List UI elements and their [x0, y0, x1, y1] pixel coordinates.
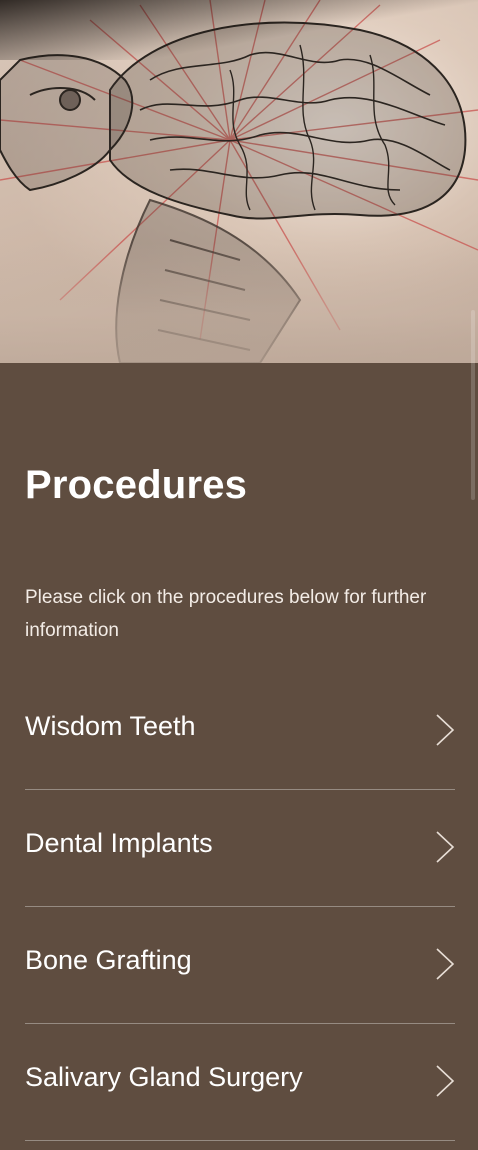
chevron-right-icon	[436, 714, 455, 746]
procedure-label: Bone Grafting	[25, 945, 192, 975]
hero-shadow	[0, 0, 478, 60]
chevron-right-icon	[436, 831, 455, 863]
chevron-right-icon	[436, 948, 455, 980]
scrollbar[interactable]	[471, 310, 475, 500]
procedure-label: Salivary Gland Surgery	[25, 1062, 303, 1092]
procedures-list: Wisdom Teeth Dental Implants Bone Grafti…	[25, 673, 455, 1141]
procedures-page: Procedures Please click on the procedure…	[0, 0, 478, 1150]
procedure-item-salivary-gland-surgery[interactable]: Salivary Gland Surgery	[25, 1024, 455, 1141]
intro-text: Please click on the procedures below for…	[25, 587, 427, 641]
procedure-item-bone-grafting[interactable]: Bone Grafting	[25, 907, 455, 1024]
procedure-label: Dental Implants	[25, 828, 213, 858]
procedure-label: Wisdom Teeth	[25, 711, 196, 741]
page-title: Procedures	[25, 463, 248, 507]
procedure-item-dental-implants[interactable]: Dental Implants	[25, 790, 455, 907]
procedure-item-wisdom-teeth[interactable]: Wisdom Teeth	[25, 673, 455, 790]
chevron-right-icon	[436, 1065, 455, 1097]
hero-image	[0, 0, 478, 363]
hero-fade	[0, 243, 478, 363]
